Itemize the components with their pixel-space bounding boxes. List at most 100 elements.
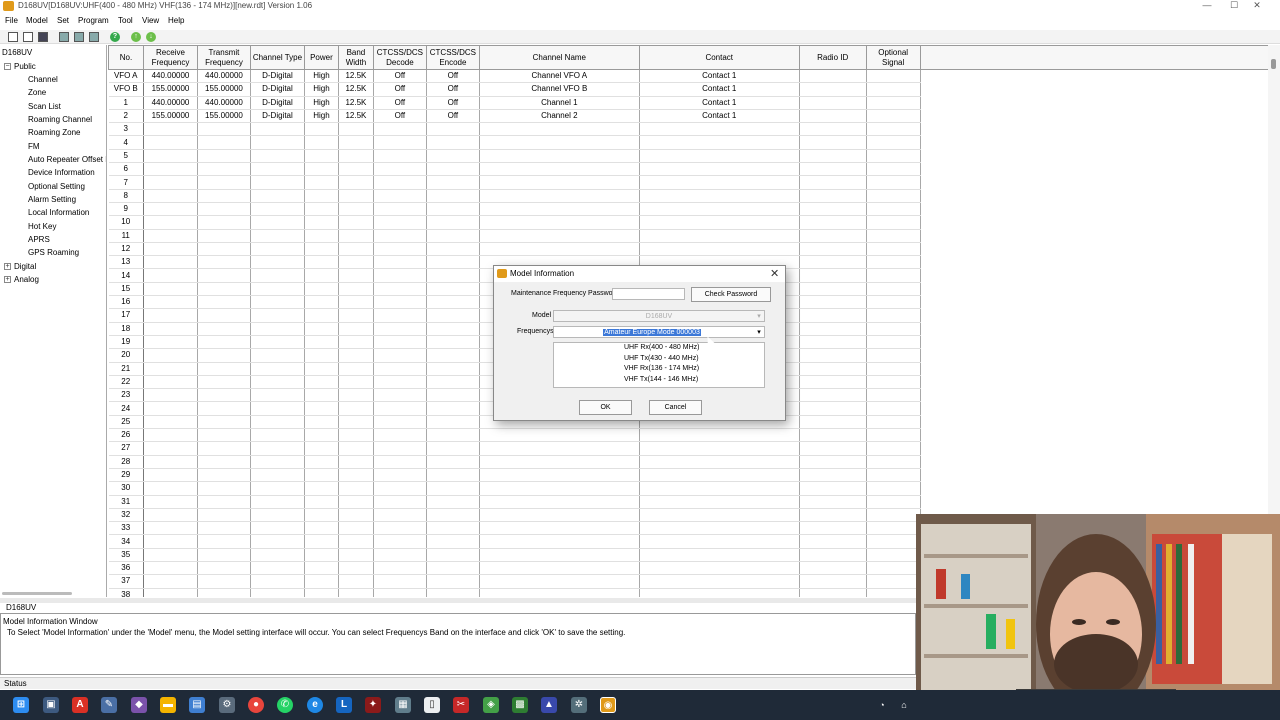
table-cell[interactable]: [639, 481, 800, 496]
table-cell[interactable]: [143, 588, 198, 597]
col-header-power[interactable]: Power: [303, 45, 339, 70]
table-cell[interactable]: [304, 242, 339, 257]
table-cell[interactable]: [338, 401, 374, 416]
table-cell[interactable]: [373, 135, 427, 150]
table-cell[interactable]: [143, 375, 198, 390]
table-cell[interactable]: [866, 455, 921, 469]
table-cell[interactable]: [799, 495, 867, 509]
table-cell[interactable]: [338, 189, 374, 203]
row-number-cell[interactable]: 16: [108, 295, 144, 310]
table-cell[interactable]: [304, 468, 339, 483]
table-cell[interactable]: [479, 215, 640, 230]
table-cell[interactable]: [197, 455, 251, 469]
table-cell[interactable]: [373, 375, 427, 390]
table-cell[interactable]: [143, 428, 198, 443]
photos-icon[interactable]: ▤: [189, 697, 205, 713]
table-cell[interactable]: Contact 1: [639, 69, 800, 84]
table-cell[interactable]: [373, 348, 427, 363]
table-cell[interactable]: [304, 308, 339, 323]
table-cell[interactable]: [799, 401, 867, 416]
table-cell[interactable]: [373, 189, 427, 203]
table-cell[interactable]: [338, 295, 374, 310]
menu-program[interactable]: Program: [78, 16, 109, 25]
table-cell[interactable]: [639, 215, 800, 230]
table-cell[interactable]: [866, 521, 921, 536]
table-cell[interactable]: [197, 135, 251, 150]
table-cell[interactable]: [479, 202, 640, 217]
table-cell[interactable]: [426, 468, 480, 483]
table-cell[interactable]: [338, 162, 374, 177]
chevron-down-icon[interactable]: ▾: [754, 327, 764, 338]
table-cell[interactable]: [143, 295, 198, 310]
table-cell[interactable]: [426, 521, 480, 536]
table-cell[interactable]: [304, 255, 339, 270]
table-cell[interactable]: [373, 388, 427, 403]
table-cell[interactable]: [866, 375, 921, 390]
table-cell[interactable]: [338, 215, 374, 230]
row-number-cell[interactable]: 5: [108, 149, 144, 164]
table-cell[interactable]: [250, 548, 305, 562]
table-cell[interactable]: [799, 322, 867, 336]
table-cell[interactable]: 155.00000: [197, 109, 251, 124]
table-cell[interactable]: [799, 229, 867, 243]
table-cell[interactable]: [197, 122, 251, 137]
row-number-cell[interactable]: VFO A: [108, 69, 144, 84]
table-cell[interactable]: [799, 202, 867, 217]
chrome-icon[interactable]: ●: [248, 697, 264, 713]
table-cell[interactable]: Off: [426, 109, 480, 124]
table-cell[interactable]: [799, 335, 867, 350]
row-number-cell[interactable]: 29: [108, 468, 144, 483]
table-cell[interactable]: [250, 322, 305, 336]
table-cell[interactable]: [799, 588, 867, 597]
row-number-cell[interactable]: 14: [108, 268, 144, 283]
table-cell[interactable]: [426, 574, 480, 589]
tray-icon[interactable]: ◔: [874, 697, 890, 713]
table-cell[interactable]: [639, 561, 800, 576]
table-cell[interactable]: [373, 455, 427, 469]
table-cell[interactable]: [304, 441, 339, 456]
table-cell[interactable]: [250, 401, 305, 416]
table-cell[interactable]: [426, 255, 480, 270]
cancel-button[interactable]: Cancel: [649, 400, 702, 415]
table-cell[interactable]: [250, 574, 305, 589]
table-cell[interactable]: [799, 428, 867, 443]
table-cell[interactable]: 440.00000: [143, 69, 198, 84]
table-cell[interactable]: [799, 189, 867, 203]
table-cell[interactable]: [373, 508, 427, 523]
table-cell[interactable]: Channel 1: [479, 96, 640, 110]
table-cell[interactable]: [866, 268, 921, 283]
table-row[interactable]: 8: [108, 189, 1269, 203]
table-cell[interactable]: [799, 574, 867, 589]
table-cell[interactable]: [866, 495, 921, 509]
table-cell[interactable]: Contact 1: [639, 96, 800, 110]
table-cell[interactable]: [338, 588, 374, 597]
table-cell[interactable]: [197, 362, 251, 376]
table-cell[interactable]: [866, 162, 921, 177]
table-row[interactable]: 2 155.00000 155.00000 D-Digital High 12.5K Off…: [108, 109, 1269, 124]
table-cell[interactable]: [373, 521, 427, 536]
table-cell[interactable]: [197, 521, 251, 536]
table-cell[interactable]: [866, 82, 921, 97]
col-header-transmit-frequency[interactable]: Transmit Frequency: [196, 45, 251, 70]
table-cell[interactable]: [373, 149, 427, 164]
row-number-cell[interactable]: 15: [108, 282, 144, 297]
table-row[interactable]: 29: [108, 468, 1269, 483]
table-cell[interactable]: 155.00000: [143, 109, 198, 124]
table-cell[interactable]: [197, 468, 251, 483]
table-cell[interactable]: [304, 388, 339, 403]
table-cell[interactable]: [197, 175, 251, 190]
row-number-cell[interactable]: 4: [108, 135, 144, 150]
table-cell[interactable]: [799, 441, 867, 456]
table-cell[interactable]: [143, 215, 198, 230]
table-cell[interactable]: [799, 508, 867, 523]
expand-icon[interactable]: +: [4, 276, 11, 283]
table-cell[interactable]: [373, 588, 427, 597]
table-cell[interactable]: [143, 481, 198, 496]
tree-item-zone[interactable]: Zone: [28, 88, 46, 97]
table-cell[interactable]: [197, 588, 251, 597]
table-cell[interactable]: [639, 149, 800, 164]
table-row[interactable]: 5: [108, 149, 1269, 164]
col-header-ctcss-encode[interactable]: CTCSS/DCS Encode: [425, 45, 480, 70]
table-cell[interactable]: [799, 255, 867, 270]
collapse-icon[interactable]: −: [4, 63, 11, 70]
